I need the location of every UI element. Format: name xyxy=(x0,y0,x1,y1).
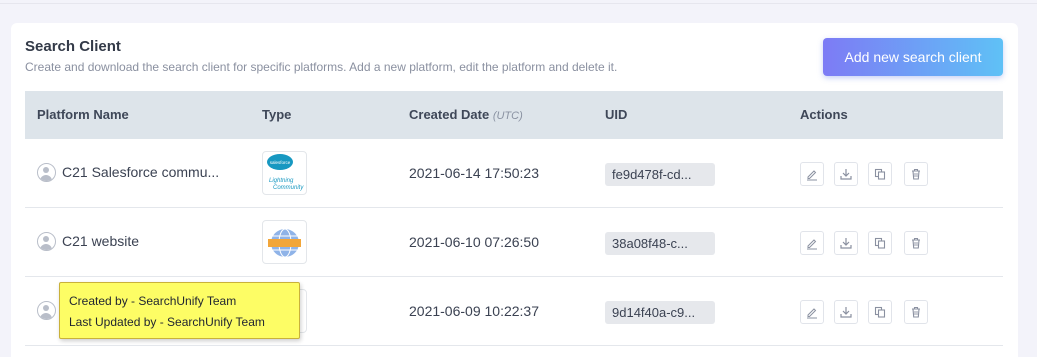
header-actions: Actions xyxy=(800,107,848,122)
download-icon[interactable] xyxy=(834,231,858,255)
website-globe-logo xyxy=(262,220,307,264)
header-created-date-label: Created Date xyxy=(409,107,490,122)
user-info-tooltip: Created by - SearchUnify Team Last Updat… xyxy=(59,282,300,339)
tooltip-updated-by: Last Updated by - SearchUnify Team xyxy=(69,315,265,329)
salesforce-lightning-community-logo: salesforce Lightning Community xyxy=(262,151,307,195)
delete-icon[interactable] xyxy=(904,300,928,324)
table-header: Platform Name Type Created Date (UTC) UI… xyxy=(25,91,1003,139)
tooltip-created-by: Created by - SearchUnify Team xyxy=(69,294,237,308)
edit-icon[interactable] xyxy=(800,231,824,255)
download-icon[interactable] xyxy=(834,162,858,186)
header-platform-name: Platform Name xyxy=(37,107,129,122)
user-status-icon xyxy=(37,232,56,251)
table-row: C21 website 2021-06-10 07:26:50 38a08f48… xyxy=(25,208,1003,277)
edit-icon[interactable] xyxy=(800,162,824,186)
copy-icon[interactable] xyxy=(868,300,892,324)
created-date: 2021-06-09 10:22:37 xyxy=(409,303,539,319)
created-date: 2021-06-14 17:50:23 xyxy=(409,165,539,181)
table-row: C21 Salesforce commu... salesforce Light… xyxy=(25,139,1003,208)
edit-icon[interactable] xyxy=(800,300,824,324)
platform-name[interactable]: C21 website xyxy=(62,233,139,249)
user-status-icon xyxy=(37,301,56,320)
header-created-date-utc: (UTC) xyxy=(492,110,523,122)
page-subtitle: Create and download the search client fo… xyxy=(25,60,618,74)
salesforce-logo-text: salesforce xyxy=(270,160,291,165)
user-status-icon xyxy=(37,163,56,182)
uid-badge[interactable]: 9d14f40a-c9... xyxy=(605,301,715,324)
header-uid: UID xyxy=(605,107,628,122)
delete-icon[interactable] xyxy=(904,162,928,186)
copy-icon[interactable] xyxy=(868,162,892,186)
uid-badge[interactable]: fe9d478f-cd... xyxy=(605,163,715,186)
created-date: 2021-06-10 07:26:50 xyxy=(409,234,539,250)
community-logo-text: Community xyxy=(273,185,304,191)
download-icon[interactable] xyxy=(834,300,858,324)
add-new-search-client-button[interactable]: Add new search client xyxy=(823,38,1003,76)
header-created-date: Created Date (UTC) xyxy=(409,107,523,122)
page-title: Search Client xyxy=(25,38,121,55)
uid-badge[interactable]: 38a08f48-c... xyxy=(605,232,715,255)
delete-icon[interactable] xyxy=(904,231,928,255)
header-type: Type xyxy=(262,107,292,122)
copy-icon[interactable] xyxy=(868,231,892,255)
top-divider xyxy=(0,0,1037,4)
platform-name[interactable]: C21 Salesforce commu... xyxy=(62,164,219,180)
lightning-logo-text: Lightning xyxy=(269,178,294,184)
